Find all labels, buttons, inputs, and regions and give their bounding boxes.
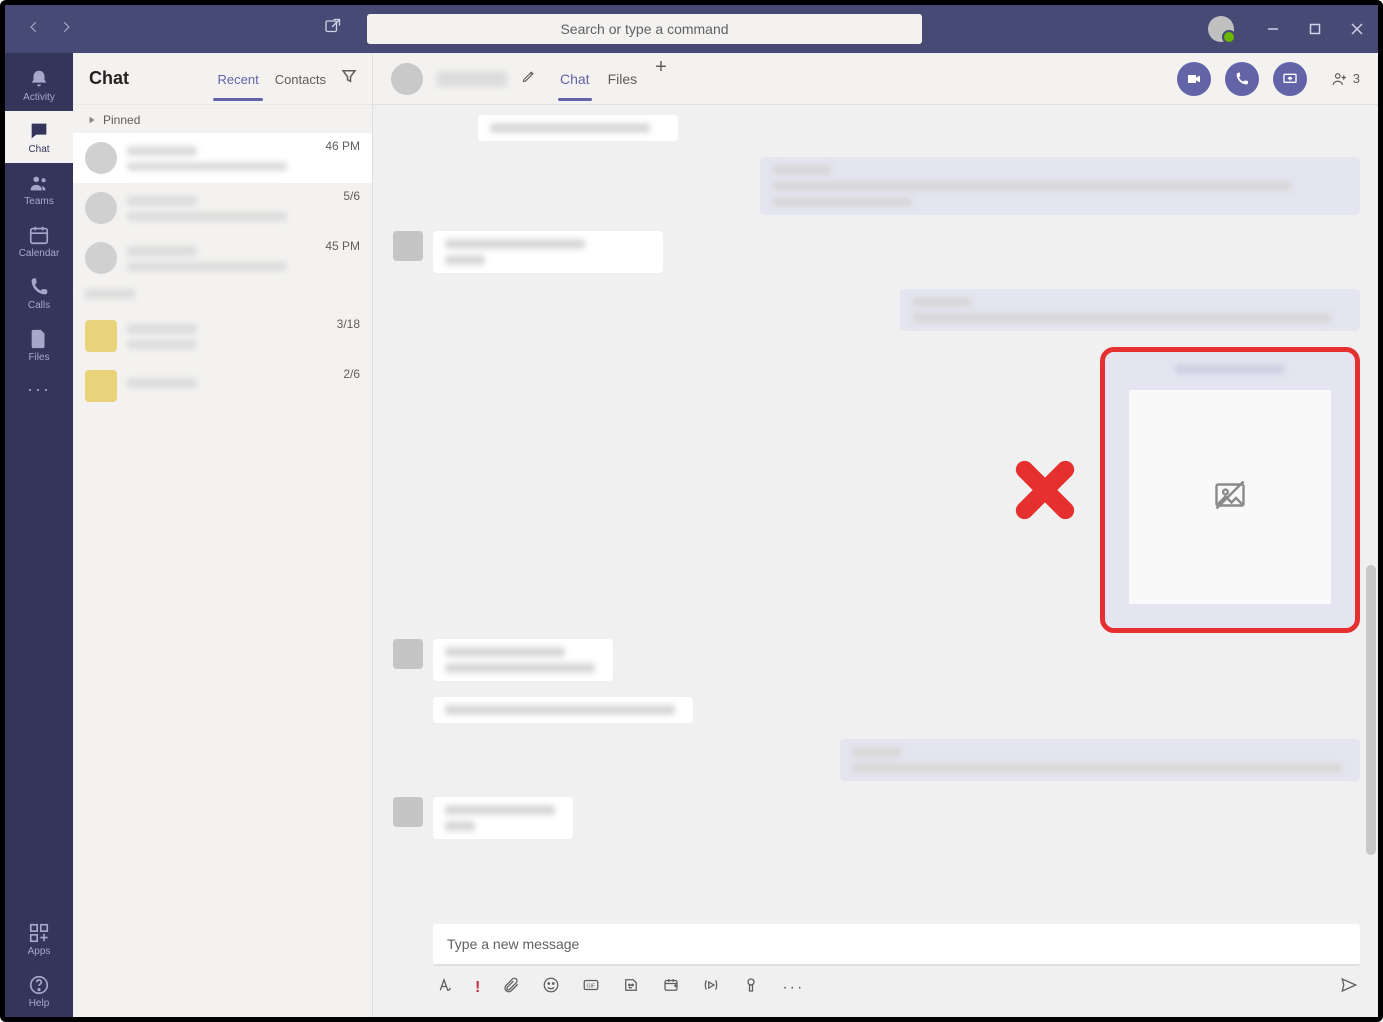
section-pinned[interactable]: Pinned [73,105,372,133]
window-close-button[interactable] [1336,5,1378,53]
chat-row[interactable]: 2/6 [73,361,372,411]
message-placeholder: Type a new message [447,936,579,952]
format-icon[interactable] [435,976,453,999]
window-minimize-button[interactable] [1252,5,1294,53]
avatar [85,242,117,274]
chat-time: 45 PM [325,233,360,253]
gif-icon[interactable]: GIF [582,976,600,999]
chat-list-title: Chat [89,68,129,89]
chat-row[interactable]: 3/18 [73,311,372,361]
profile-avatar[interactable] [1208,16,1234,42]
broken-image-icon [1212,477,1248,518]
conversation-pane: Chat Files + 3 [373,53,1378,1017]
chat-row[interactable]: 45 PM [73,233,372,283]
more-icon: ··· [27,379,51,400]
tab-recent[interactable]: Recent [215,58,260,100]
rail-files[interactable]: Files [5,319,73,371]
chat-row[interactable] [73,283,372,311]
rail-chat[interactable]: Chat [5,111,73,163]
message-avatar [393,797,423,827]
avatar [85,192,117,224]
more-compose-icon[interactable]: ··· [782,979,804,997]
rail-calendar-label: Calendar [19,248,60,259]
rail-apps-label: Apps [28,946,51,957]
search-placeholder: Search or type a command [560,21,728,37]
svg-text:GIF: GIF [587,983,596,989]
app-window: Search or type a command Activity Chat T… [0,0,1383,1022]
edit-title-button[interactable] [521,69,536,89]
nav-back-button[interactable] [27,20,41,39]
avatar [85,370,117,402]
send-button[interactable] [1340,976,1358,999]
priority-icon[interactable]: ! [475,979,480,997]
rail-apps[interactable]: Apps [5,913,73,965]
filter-icon[interactable] [340,67,358,90]
rail-calls[interactable]: Calls [5,267,73,319]
conv-tab-chat[interactable]: Chat [560,57,590,100]
chat-list-header: Chat Recent Contacts [73,53,372,105]
attach-icon[interactable] [502,976,520,999]
chat-time: 3/18 [337,311,360,331]
rail-teams[interactable]: Teams [5,163,73,215]
rail-activity-label: Activity [23,92,55,103]
new-chat-icon[interactable] [323,18,341,41]
section-pinned-label: Pinned [103,113,140,127]
audio-call-button[interactable] [1225,62,1259,96]
nav-forward-button[interactable] [59,20,73,39]
message-input[interactable]: Type a new message [433,924,1360,966]
search-input[interactable]: Search or type a command [367,14,922,44]
message-list[interactable] [373,105,1378,924]
message-avatar [393,639,423,669]
video-call-button[interactable] [1177,62,1211,96]
rail-chat-label: Chat [28,144,49,155]
tab-contacts[interactable]: Contacts [273,58,328,100]
praise-icon[interactable] [742,976,760,999]
chat-title [437,71,507,87]
avatar [85,320,117,352]
share-screen-button[interactable] [1273,62,1307,96]
app-rail: Activity Chat Teams Calendar Calls Files [5,53,73,1017]
compose-area: Type a new message ! GIF ··· [373,924,1378,1017]
rail-more[interactable]: ··· [5,371,73,407]
rail-calendar[interactable]: Calendar [5,215,73,267]
rail-activity[interactable]: Activity [5,59,73,111]
participants-count: 3 [1353,71,1360,86]
emoji-icon[interactable] [542,976,560,999]
message-avatar [393,231,423,261]
rail-files-label: Files [28,352,49,363]
rail-help-label: Help [29,998,50,1009]
chat-row[interactable]: 46 PM [73,133,372,183]
broken-image-message[interactable] [1100,347,1360,633]
scrollbar-thumb[interactable] [1366,565,1376,855]
conv-tab-files[interactable]: Files [608,57,638,100]
chat-list-panel: Chat Recent Contacts Pinned 46 PM 5/6 [73,53,373,1017]
chat-row[interactable]: 5/6 [73,183,372,233]
conversation-header: Chat Files + 3 [373,53,1378,105]
rail-help[interactable]: Help [5,965,73,1017]
window-maximize-button[interactable] [1294,5,1336,53]
rail-teams-label: Teams [24,196,53,207]
title-bar: Search or type a command [5,5,1378,53]
avatar [85,142,117,174]
rail-calls-label: Calls [28,300,50,311]
chat-time: 5/6 [343,183,360,203]
sticker-icon[interactable] [622,976,640,999]
chat-avatar [391,63,423,95]
chat-time: 46 PM [325,133,360,153]
meet-now-icon[interactable] [662,976,680,999]
add-tab-button[interactable]: + [655,57,667,100]
stream-icon[interactable] [702,976,720,999]
chat-time: 2/6 [343,361,360,381]
error-x-icon [1010,455,1080,525]
participants-button[interactable]: 3 [1331,70,1360,88]
compose-toolbar: ! GIF ··· [433,966,1360,999]
